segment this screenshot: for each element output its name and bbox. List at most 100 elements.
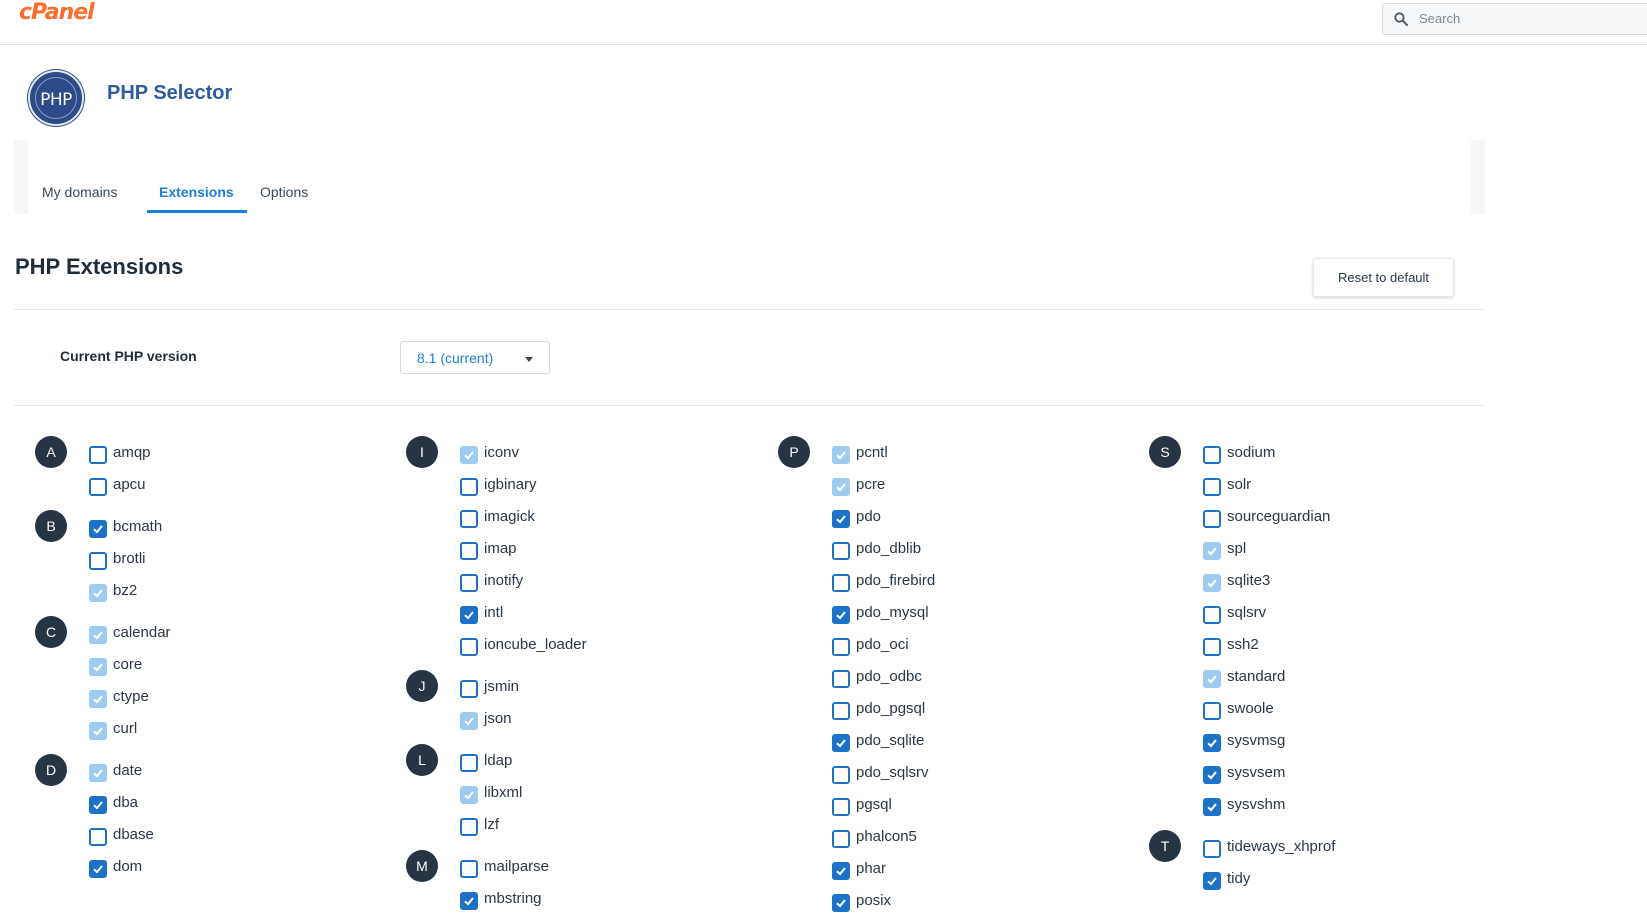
extension-item-sodium[interactable]: sodium (1203, 433, 1489, 465)
extension-item-pdo-firebird[interactable]: pdo_firebird (832, 561, 1118, 593)
extension-item-sysvsem[interactable]: sysvsem (1203, 753, 1489, 785)
extension-item-pdo-sqlsrv[interactable]: pdo_sqlsrv (832, 753, 1118, 785)
extension-item-dbase[interactable]: dbase (89, 815, 375, 847)
extension-checkbox[interactable] (832, 894, 850, 912)
extension-group-a: Aamqp apcu (35, 433, 375, 497)
extension-checkbox[interactable] (1203, 872, 1221, 890)
search-icon (1394, 12, 1408, 26)
extension-checkbox[interactable] (460, 892, 478, 910)
extension-item-lzf[interactable]: lzf (460, 805, 746, 837)
check-icon (464, 791, 474, 800)
extension-checkbox[interactable] (1203, 510, 1221, 528)
extension-item-pdo-pgsql[interactable]: pdo_pgsql (832, 689, 1118, 721)
extension-checkbox[interactable] (1203, 606, 1221, 624)
extension-item-pgsql[interactable]: pgsql (832, 785, 1118, 817)
extension-checkbox[interactable] (460, 818, 478, 836)
extension-checkbox[interactable] (89, 446, 107, 464)
extension-checkbox[interactable] (460, 680, 478, 698)
php-version-select[interactable]: 8.1 (current) (400, 341, 550, 374)
extension-checkbox[interactable] (89, 478, 107, 496)
extension-checkbox[interactable] (832, 766, 850, 784)
search-input[interactable] (1417, 10, 1641, 27)
cpanel-logo[interactable]: cPanel (19, 0, 95, 25)
extension-item-imagick[interactable]: imagick (460, 497, 746, 529)
extension-checkbox[interactable] (832, 638, 850, 656)
extension-checkbox[interactable] (1203, 638, 1221, 656)
extension-item-apcu[interactable]: apcu (89, 465, 375, 497)
extension-item-bcmath[interactable]: bcmath (89, 507, 375, 539)
extension-checkbox (460, 446, 478, 464)
extension-item-pdo[interactable]: pdo (832, 497, 1118, 529)
extension-checkbox[interactable] (832, 542, 850, 560)
extension-checkbox[interactable] (1203, 798, 1221, 816)
extension-checkbox[interactable] (1203, 766, 1221, 784)
extension-item-ioncube-loader[interactable]: ioncube_loader (460, 625, 746, 657)
extension-item-pdo-dblib[interactable]: pdo_dblib (832, 529, 1118, 561)
extension-item-ssh2[interactable]: ssh2 (1203, 625, 1489, 657)
extension-item-swoole[interactable]: swoole (1203, 689, 1489, 721)
extension-checkbox[interactable] (89, 552, 107, 570)
extension-item-tideways-xhprof[interactable]: tideways_xhprof (1203, 827, 1489, 859)
extension-item-phar[interactable]: phar (832, 849, 1118, 881)
extension-checkbox[interactable] (832, 510, 850, 528)
extension-item-amqp[interactable]: amqp (89, 433, 375, 465)
extension-item-solr[interactable]: solr (1203, 465, 1489, 497)
extension-checkbox[interactable] (1203, 478, 1221, 496)
extension-item-sysvshm[interactable]: sysvshm (1203, 785, 1489, 817)
extension-item-inotify[interactable]: inotify (460, 561, 746, 593)
php-version-label: Current PHP version (60, 348, 197, 364)
extension-label: imagick (484, 508, 535, 525)
extension-item-phalcon5[interactable]: phalcon5 (832, 817, 1118, 849)
search-box[interactable] (1382, 3, 1647, 35)
extension-item-pdo-oci[interactable]: pdo_oci (832, 625, 1118, 657)
extension-item-brotli[interactable]: brotli (89, 539, 375, 571)
extension-checkbox[interactable] (832, 830, 850, 848)
extension-checkbox[interactable] (460, 638, 478, 656)
extension-checkbox[interactable] (460, 574, 478, 592)
tab-my-domains[interactable]: My domains (42, 184, 117, 200)
extension-item-sqlsrv[interactable]: sqlsrv (1203, 593, 1489, 625)
extension-checkbox[interactable] (1203, 446, 1221, 464)
tab-options[interactable]: Options (260, 184, 308, 200)
extension-checkbox[interactable] (832, 702, 850, 720)
extension-item-igbinary[interactable]: igbinary (460, 465, 746, 497)
extension-checkbox[interactable] (89, 860, 107, 878)
extension-item-sysvmsg[interactable]: sysvmsg (1203, 721, 1489, 753)
extension-item-dom[interactable]: dom (89, 847, 375, 879)
extension-checkbox[interactable] (1203, 840, 1221, 858)
extension-checkbox[interactable] (89, 828, 107, 846)
extension-item-ldap[interactable]: ldap (460, 741, 746, 773)
extension-checkbox[interactable] (460, 606, 478, 624)
extension-item-pdo-odbc[interactable]: pdo_odbc (832, 657, 1118, 689)
extension-checkbox[interactable] (832, 606, 850, 624)
extension-item-intl[interactable]: intl (460, 593, 746, 625)
extension-group-l: Lldap libxml lzf (406, 741, 746, 837)
extension-checkbox[interactable] (832, 862, 850, 880)
extension-item-pdo-sqlite[interactable]: pdo_sqlite (832, 721, 1118, 753)
reset-to-default-button[interactable]: Reset to default (1313, 258, 1454, 297)
extension-checkbox[interactable] (460, 860, 478, 878)
extension-item-dba[interactable]: dba (89, 783, 375, 815)
extension-item-posix[interactable]: posix (832, 881, 1118, 913)
extension-checkbox[interactable] (832, 574, 850, 592)
extension-checkbox[interactable] (1203, 702, 1221, 720)
check-icon (1207, 579, 1217, 588)
extension-checkbox[interactable] (89, 796, 107, 814)
extension-checkbox[interactable] (460, 510, 478, 528)
extension-item-mailparse[interactable]: mailparse (460, 847, 746, 879)
extension-item-imap[interactable]: imap (460, 529, 746, 561)
extension-item-pdo-mysql[interactable]: pdo_mysql (832, 593, 1118, 625)
extension-item-jsmin[interactable]: jsmin (460, 667, 746, 699)
extension-checkbox[interactable] (1203, 734, 1221, 752)
extension-item-mbstring[interactable]: mbstring (460, 879, 746, 911)
extension-checkbox[interactable] (460, 478, 478, 496)
extension-checkbox[interactable] (832, 734, 850, 752)
extension-checkbox[interactable] (832, 670, 850, 688)
extension-checkbox[interactable] (89, 520, 107, 538)
extension-checkbox[interactable] (460, 542, 478, 560)
extension-item-sourceguardian[interactable]: sourceguardian (1203, 497, 1489, 529)
extension-checkbox[interactable] (832, 798, 850, 816)
tab-extensions[interactable]: Extensions (159, 184, 234, 200)
extension-item-tidy[interactable]: tidy (1203, 859, 1489, 891)
extension-checkbox[interactable] (460, 754, 478, 772)
